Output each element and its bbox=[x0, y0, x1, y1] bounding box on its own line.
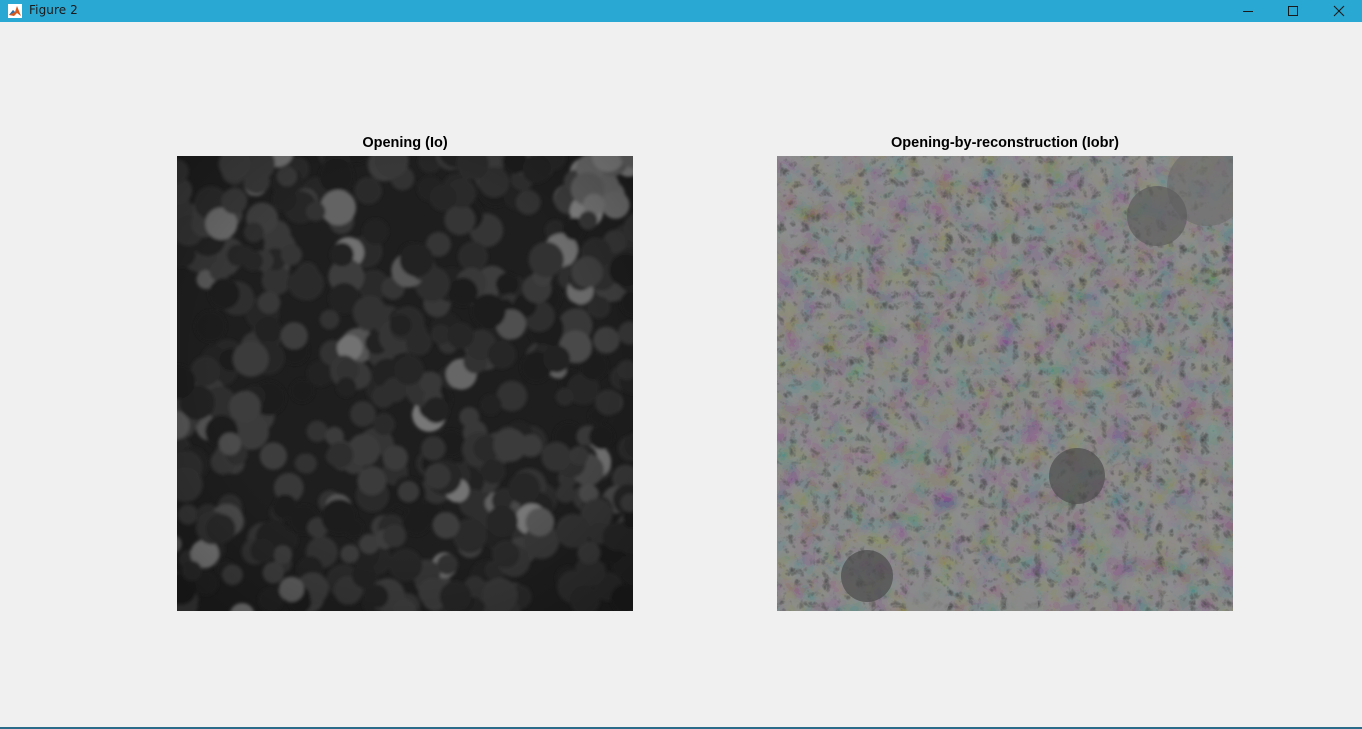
maximize-icon bbox=[1288, 6, 1298, 16]
maximize-button[interactable] bbox=[1270, 0, 1316, 22]
minimize-icon bbox=[1243, 11, 1253, 12]
minimize-button[interactable] bbox=[1225, 0, 1271, 22]
opening-image bbox=[177, 156, 633, 611]
image-axes-reconstruction[interactable] bbox=[777, 156, 1233, 611]
close-icon bbox=[1333, 5, 1345, 17]
window-titlebar[interactable]: Figure 2 bbox=[0, 0, 1362, 22]
image-axes-opening[interactable] bbox=[177, 156, 633, 611]
matlab-icon bbox=[8, 4, 22, 18]
axes-title-opening: Opening (Io) bbox=[362, 135, 448, 151]
window-title: Figure 2 bbox=[29, 3, 78, 17]
image-texture-patch bbox=[1049, 448, 1105, 504]
close-button[interactable] bbox=[1316, 0, 1362, 22]
axes-title-reconstruction: Opening-by-reconstruction (Iobr) bbox=[891, 135, 1119, 151]
image-texture-patch bbox=[841, 550, 893, 602]
reconstruction-image bbox=[777, 156, 1233, 611]
image-texture-patch bbox=[1127, 186, 1187, 246]
